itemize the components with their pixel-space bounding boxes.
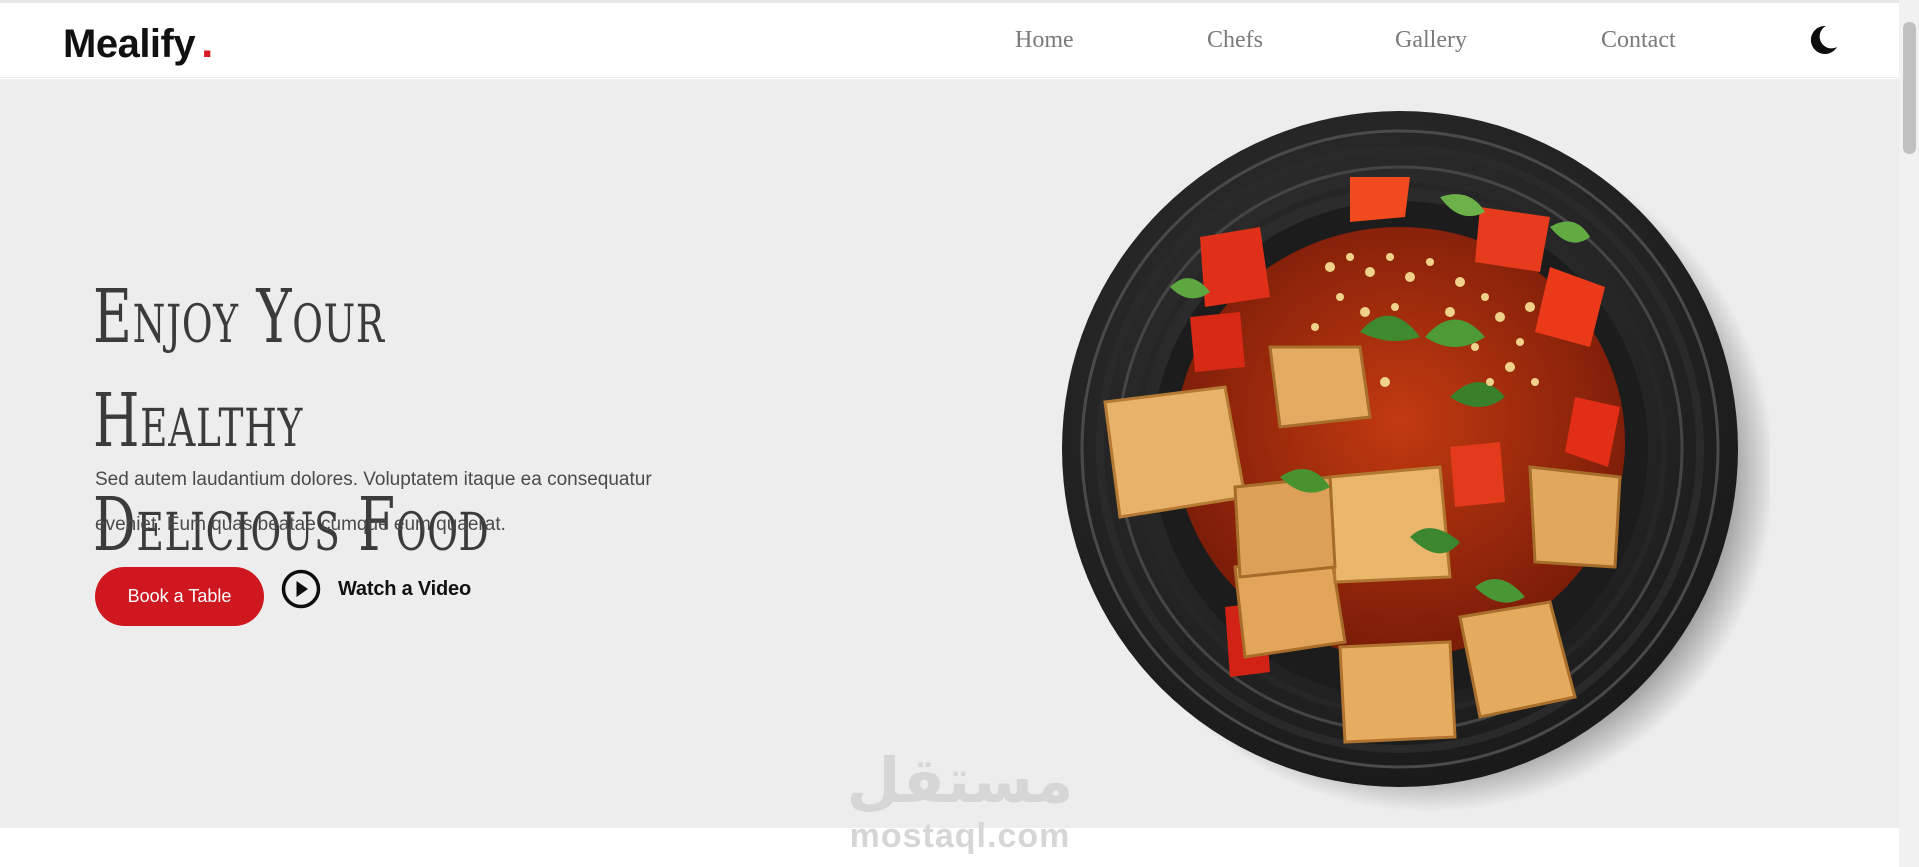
brand-name: Mealify — [63, 22, 196, 66]
brand-logo[interactable]: Mealify . — [63, 18, 213, 68]
nav-link-chefs[interactable]: Chefs — [1207, 27, 1263, 54]
navbar: Mealify . Home Chefs Gallery Contact — [0, 3, 1899, 78]
theme-toggle-button[interactable] — [1806, 23, 1840, 57]
book-a-table-button[interactable]: Book a Table — [95, 567, 264, 626]
food-plate-image — [1062, 111, 1770, 812]
scrollbar-thumb[interactable] — [1903, 22, 1916, 154]
brand-dot: . — [201, 18, 213, 67]
vertical-scrollbar[interactable] — [1899, 0, 1919, 867]
nav-link-home[interactable]: Home — [1015, 27, 1074, 54]
watch-video-button[interactable]: Watch a Video — [281, 569, 471, 609]
moon-icon — [1810, 25, 1837, 54]
page: Mealify . Home Chefs Gallery Contact Enj… — [0, 0, 1919, 867]
hero-section: Enjoy Your Healthy Delicious Food Sed au… — [0, 79, 1899, 828]
nav-link-gallery[interactable]: Gallery — [1395, 27, 1467, 54]
play-circle-icon — [281, 569, 321, 609]
hero-title-line-1: Enjoy Your Healthy — [93, 274, 385, 464]
hero-description: Sed autem laudantium dolores. Voluptatem… — [95, 469, 652, 535]
nav-link-contact[interactable]: Contact — [1601, 27, 1676, 54]
watch-video-label: Watch a Video — [338, 577, 471, 600]
